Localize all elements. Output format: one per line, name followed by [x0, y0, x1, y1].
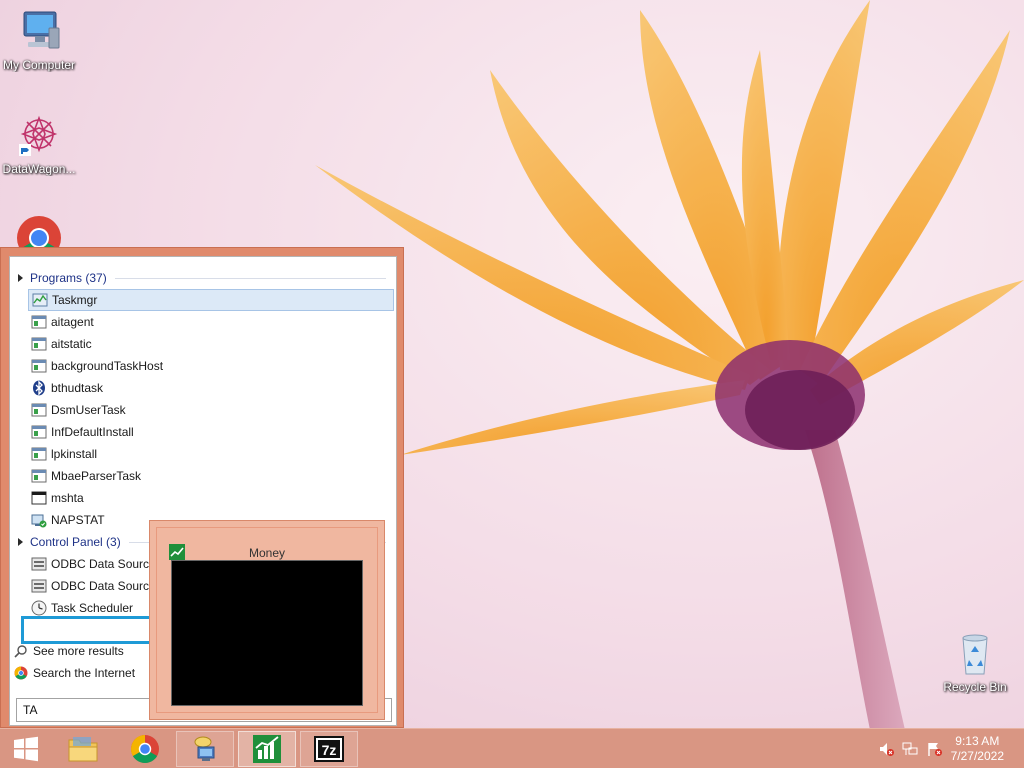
taskmgr-icon	[32, 293, 48, 307]
expand-triangle-icon	[18, 274, 23, 282]
result-item-label: DsmUserTask	[51, 403, 126, 417]
desktop-icon-datawagon[interactable]: DataWagon...	[0, 112, 78, 176]
app-window-icon	[31, 403, 47, 417]
result-item-mbaeparsertask[interactable]: MbaeParserTask	[28, 465, 394, 487]
7zip-icon: 7z	[314, 736, 344, 762]
result-item-lpkinstall[interactable]: lpkinstall	[28, 443, 394, 465]
result-item-taskmgr[interactable]: Taskmgr	[28, 289, 394, 311]
result-item-label: MbaeParserTask	[51, 469, 142, 483]
start-button[interactable]	[0, 731, 52, 767]
result-item-label: aitagent	[51, 315, 94, 329]
result-item-label: ODBC Data Sources	[51, 557, 162, 571]
mshta-icon	[31, 491, 47, 505]
taskbar-file-explorer[interactable]	[54, 731, 112, 767]
result-item-label: InfDefaultInstall	[51, 425, 134, 439]
result-item-label: backgroundTaskHost	[51, 359, 164, 373]
svg-text:7z: 7z	[322, 742, 337, 758]
taskbar-money-app[interactable]	[238, 731, 296, 767]
result-item-backgroundtaskhost[interactable]: backgroundTaskHost	[28, 355, 394, 377]
windows-logo-icon	[14, 736, 38, 762]
app-window-icon	[31, 425, 47, 439]
group-header-programs[interactable]: Programs (37)	[18, 269, 386, 287]
volume-muted-icon[interactable]	[878, 741, 894, 757]
app-window-icon	[31, 469, 47, 483]
datawagon-icon	[19, 115, 58, 156]
bluetooth-icon	[33, 380, 45, 396]
result-item-label: aitstatic	[51, 337, 92, 351]
search-internet-link[interactable]: Search the Internet	[14, 663, 135, 683]
search-internet-label: Search the Internet	[33, 666, 136, 680]
folder-icon	[68, 737, 98, 762]
taskbar-thumbnail-preview[interactable]: Money	[149, 520, 385, 720]
result-item-mshta[interactable]: mshta	[28, 487, 394, 509]
desktop-icon-label: Recycle Bin	[943, 680, 1007, 694]
preview-frame: Money	[156, 527, 378, 713]
computer-icon	[23, 11, 60, 49]
result-item-dsmusertask[interactable]: DsmUserTask	[28, 399, 394, 421]
result-item-aitstatic[interactable]: aitstatic	[28, 333, 394, 355]
clock-icon	[31, 600, 47, 616]
taskbar-network-app[interactable]	[176, 731, 234, 767]
odbc-icon	[31, 579, 47, 593]
app-window-icon	[31, 315, 47, 329]
group-title: Programs (37)	[30, 271, 107, 285]
see-more-results-link[interactable]: See more results	[14, 641, 124, 661]
desktop-icon-label: DataWagon...	[2, 162, 76, 176]
app-window-icon	[31, 447, 47, 461]
result-item-label: Taskmgr	[52, 293, 98, 307]
taskbar: 7z 9:13 AM 7/27/2022	[0, 728, 1024, 768]
result-item-aitagent[interactable]: aitagent	[28, 311, 394, 333]
result-item-label: bthudtask	[51, 381, 104, 395]
napstat-icon	[31, 514, 47, 528]
result-item-label: lpkinstall	[51, 447, 98, 461]
clock-time: 9:13 AM	[955, 734, 1000, 748]
recycle-bin-icon	[962, 634, 988, 675]
preview-thumbnail[interactable]	[171, 560, 363, 706]
network-computer-icon	[194, 736, 215, 761]
app-window-icon	[31, 337, 47, 351]
money-app-icon	[253, 735, 281, 763]
chrome-icon	[17, 216, 61, 248]
system-tray: 9:13 AM 7/27/2022	[864, 729, 1024, 768]
app-window-icon	[31, 359, 47, 373]
action-center-flag-icon[interactable]	[926, 741, 942, 757]
chrome-icon	[14, 666, 28, 680]
expand-triangle-icon	[18, 538, 23, 546]
clock-date: 7/27/2022	[950, 749, 1004, 763]
result-item-label: Task Scheduler	[51, 601, 134, 615]
preview-title: Money	[248, 546, 286, 560]
taskbar-clock[interactable]: 9:13 AM 7/27/2022	[951, 734, 1004, 764]
result-item-infdefaultinstall[interactable]: InfDefaultInstall	[28, 421, 394, 443]
search-icon	[14, 645, 27, 658]
taskbar-chrome[interactable]	[116, 731, 174, 767]
see-more-label: See more results	[33, 644, 124, 658]
desktop-icon-label: My Computer	[2, 58, 76, 72]
result-item-label: ODBC Data Sources	[51, 579, 162, 593]
taskbar-7zip[interactable]: 7z	[300, 731, 358, 767]
odbc-icon	[31, 557, 47, 571]
group-divider	[114, 277, 386, 279]
result-item-label: NAPSTAT	[51, 513, 105, 527]
desktop-icon-my-computer[interactable]: My Computer	[0, 8, 78, 72]
chrome-icon	[131, 735, 159, 763]
result-item-label: mshta	[51, 491, 84, 505]
desktop-icon-chrome[interactable]	[0, 214, 78, 250]
desktop-icon-recycle-bin[interactable]: Recycle Bin	[936, 630, 1014, 694]
network-icon[interactable]	[902, 741, 918, 757]
result-item-bthudtask[interactable]: bthudtask	[28, 377, 394, 399]
group-title: Control Panel (3)	[30, 535, 121, 549]
